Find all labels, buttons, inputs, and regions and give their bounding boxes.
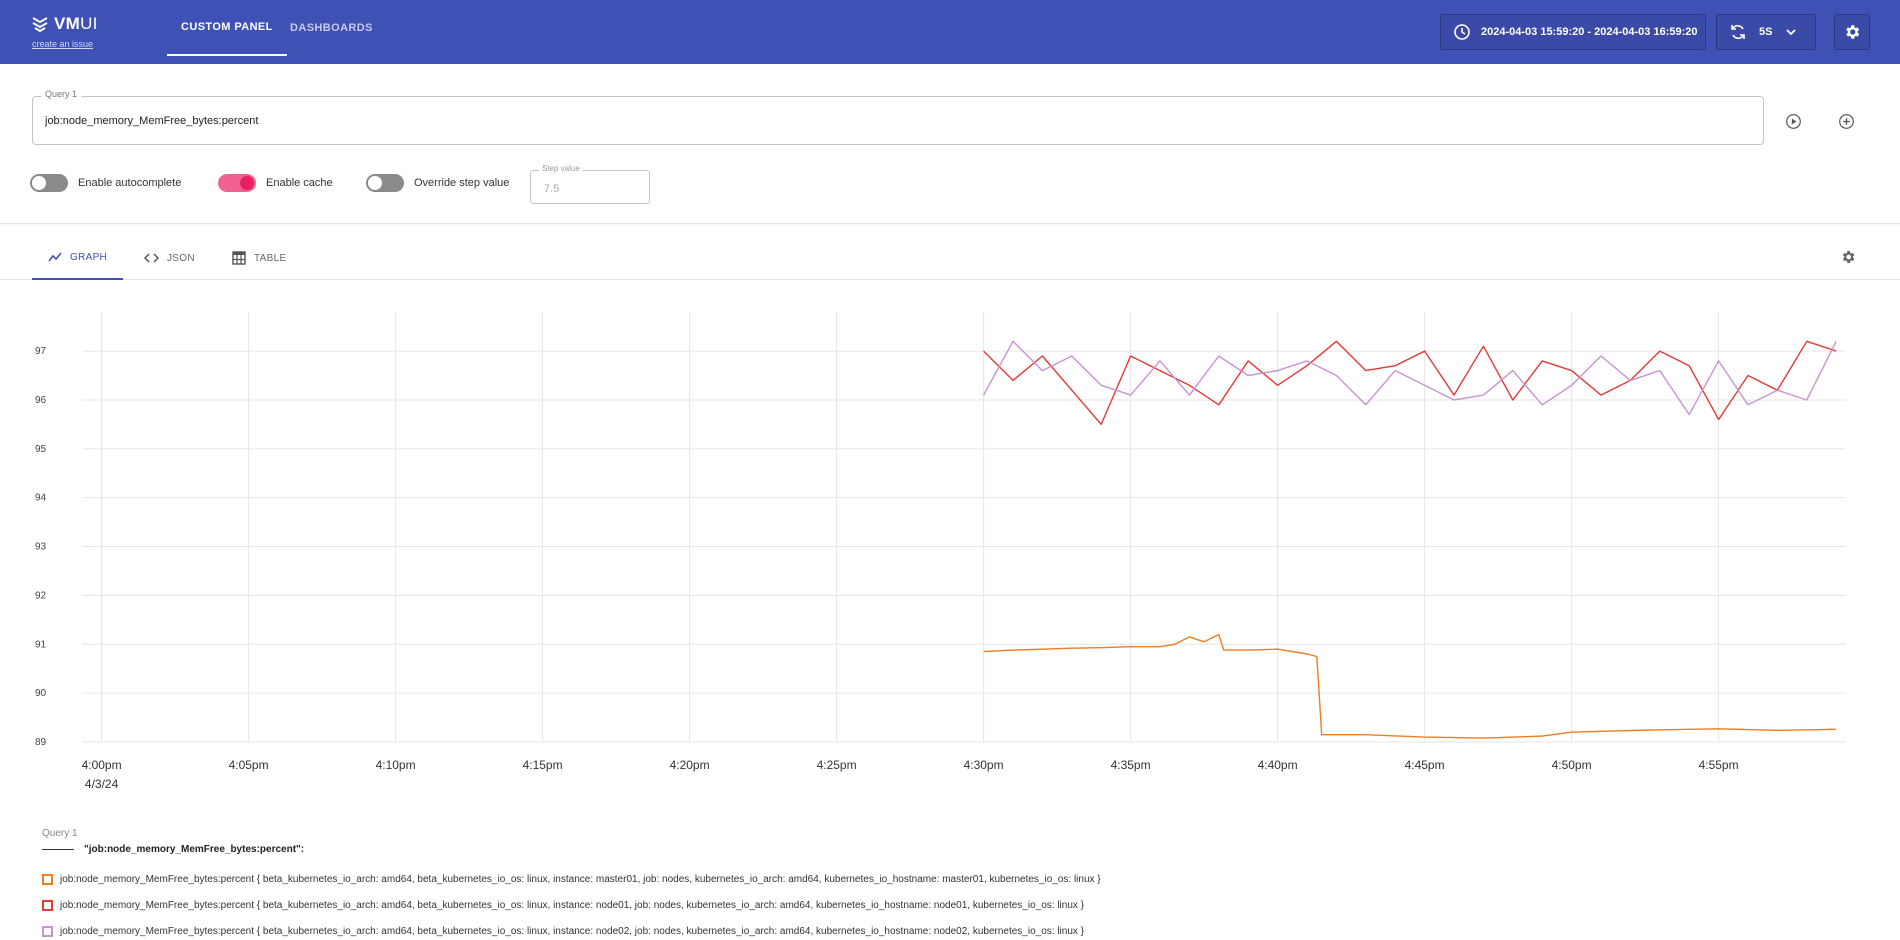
legend-swatch bbox=[42, 874, 53, 885]
refresh-icon bbox=[1731, 24, 1745, 40]
query-configurator: Query 1 job:node_memory_MemFree_bytes:pe… bbox=[0, 64, 1900, 224]
legend-query-label: Query 1 bbox=[42, 828, 78, 839]
table-icon bbox=[232, 251, 246, 265]
series-line-1 bbox=[983, 340, 1837, 426]
y-tick-label: 90 bbox=[35, 688, 47, 699]
code-icon bbox=[144, 253, 159, 263]
query-value[interactable]: job:node_memory_MemFree_bytes:percent bbox=[45, 115, 258, 127]
y-tick-label: 94 bbox=[35, 493, 47, 504]
toggle-override-step[interactable]: Override step value bbox=[366, 174, 509, 192]
y-tick-label: 92 bbox=[35, 590, 47, 601]
logo-ui: UI bbox=[80, 14, 98, 33]
top-app-bar: VMUI create an issue CUSTOM PANEL DASHBO… bbox=[0, 0, 1900, 64]
nav-tab-custom-panel[interactable]: CUSTOM PANEL bbox=[167, 0, 287, 56]
victoriametrics-logo-icon bbox=[32, 17, 48, 32]
add-query-button[interactable] bbox=[1836, 111, 1856, 131]
nav-tab-dashboards[interactable]: DASHBOARDS bbox=[276, 0, 387, 56]
chart-legend: Query 1 "job:node_memory_MemFree_bytes:p… bbox=[42, 828, 1101, 937]
toggle-autocomplete-label: Enable autocomplete bbox=[78, 177, 182, 189]
time-range-selector[interactable]: 2024-04-03 15:59:20 - 2024-04-03 16:59:2… bbox=[1440, 14, 1706, 50]
x-tick-label: 4:45pm bbox=[1405, 758, 1445, 772]
step-value-field[interactable]: Step value 7.5 bbox=[530, 164, 650, 204]
vmui-logo[interactable]: VMUI bbox=[32, 14, 98, 34]
series-line-2 bbox=[982, 340, 1837, 416]
legend-group-label: "job:node_memory_MemFree_bytes:percent": bbox=[84, 844, 305, 855]
create-issue-link[interactable]: create an issue bbox=[32, 39, 93, 49]
play-circle-icon bbox=[1785, 113, 1801, 129]
series-line-0 bbox=[983, 633, 1837, 739]
toggle-cache-label: Enable cache bbox=[266, 177, 333, 189]
x-tick-label: 4:35pm bbox=[1111, 758, 1151, 772]
legend-swatch bbox=[42, 900, 53, 911]
legend-group-line bbox=[42, 849, 74, 850]
tab-json-label: JSON bbox=[167, 252, 195, 264]
x-tick-label: 4:05pm bbox=[229, 758, 269, 772]
graph-icon bbox=[48, 252, 62, 262]
x-tick-label: 4:20pm bbox=[670, 758, 710, 772]
legend-item-node01[interactable]: job:node_memory_MemFree_bytes:percent { … bbox=[42, 900, 1084, 911]
x-tick-label: 4:00pm bbox=[82, 758, 122, 772]
refresh-interval-value: 5s bbox=[1759, 26, 1773, 38]
step-value-placeholder: 7.5 bbox=[544, 183, 560, 195]
x-date-label: 4/3/24 bbox=[85, 777, 119, 791]
legend-swatch bbox=[42, 926, 53, 937]
legend-item-master01[interactable]: job:node_memory_MemFree_bytes:percent { … bbox=[42, 874, 1101, 885]
legend-item-node02[interactable]: job:node_memory_MemFree_bytes:percent { … bbox=[42, 926, 1084, 937]
y-tick-label: 93 bbox=[35, 542, 47, 553]
x-tick-label: 4:50pm bbox=[1552, 758, 1592, 772]
gear-icon bbox=[1846, 25, 1860, 39]
step-value-label: Step value bbox=[539, 164, 583, 173]
override-step-switch[interactable] bbox=[366, 174, 404, 192]
tab-graph-label: GRAPH bbox=[70, 251, 108, 263]
legend-item-label: job:node_memory_MemFree_bytes:percent { … bbox=[60, 874, 1101, 885]
tab-graph[interactable]: GRAPH bbox=[32, 236, 124, 280]
query-label: Query 1 bbox=[41, 89, 82, 99]
legend-group-header: "job:node_memory_MemFree_bytes:percent": bbox=[42, 844, 304, 855]
x-tick-label: 4:25pm bbox=[817, 758, 857, 772]
y-tick-label: 89 bbox=[35, 737, 47, 748]
execute-query-button[interactable] bbox=[1783, 111, 1803, 131]
chevron-down-icon[interactable] bbox=[1784, 25, 1798, 39]
x-tick-label: 4:40pm bbox=[1258, 758, 1298, 772]
x-tick-label: 4:15pm bbox=[523, 758, 563, 772]
legend-item-label: job:node_memory_MemFree_bytes:percent { … bbox=[60, 900, 1085, 911]
toggle-cache[interactable]: Enable cache bbox=[218, 174, 333, 192]
tab-table-label: TABLE bbox=[254, 252, 287, 264]
logo-text: VMUI bbox=[54, 14, 98, 34]
query-input[interactable]: Query 1 job:node_memory_MemFree_bytes:pe… bbox=[32, 89, 1764, 145]
time-range-text: 2024-04-03 15:59:20 - 2024-04-03 16:59:2… bbox=[1481, 26, 1698, 38]
auto-refresh-control[interactable]: 5s bbox=[1716, 14, 1816, 50]
x-tick-label: 4:30pm bbox=[964, 758, 1004, 772]
add-circle-icon bbox=[1838, 113, 1854, 129]
graph-settings-button[interactable] bbox=[1840, 249, 1858, 267]
toggle-autocomplete[interactable]: Enable autocomplete bbox=[30, 174, 181, 192]
y-tick-label: 97 bbox=[35, 346, 47, 357]
y-tick-label: 91 bbox=[35, 639, 47, 650]
autocomplete-switch[interactable] bbox=[30, 174, 68, 192]
clock-icon bbox=[1454, 24, 1470, 40]
cache-switch[interactable] bbox=[218, 174, 256, 192]
tab-json[interactable]: JSON bbox=[128, 236, 211, 280]
display-tabs: GRAPH JSON TABLE bbox=[0, 236, 1900, 280]
gear-icon bbox=[1842, 251, 1855, 263]
y-tick-label: 95 bbox=[35, 444, 47, 455]
y-tick-label: 96 bbox=[35, 395, 47, 406]
logo-main: VM bbox=[54, 14, 81, 33]
legend-item-label: job:node_memory_MemFree_bytes:percent { … bbox=[60, 926, 1085, 937]
x-tick-label: 4:10pm bbox=[376, 758, 416, 772]
global-settings-button[interactable] bbox=[1834, 14, 1870, 50]
x-tick-label: 4:55pm bbox=[1699, 758, 1739, 772]
time-series-chart[interactable]: 97 96 95 94 93 92 91 90 89 4:00pm 4:05pm 4:10pm 4:15… bbox=[0, 300, 1900, 800]
toggle-override-step-label: Override step value bbox=[414, 177, 510, 189]
tab-table[interactable]: TABLE bbox=[216, 236, 302, 280]
